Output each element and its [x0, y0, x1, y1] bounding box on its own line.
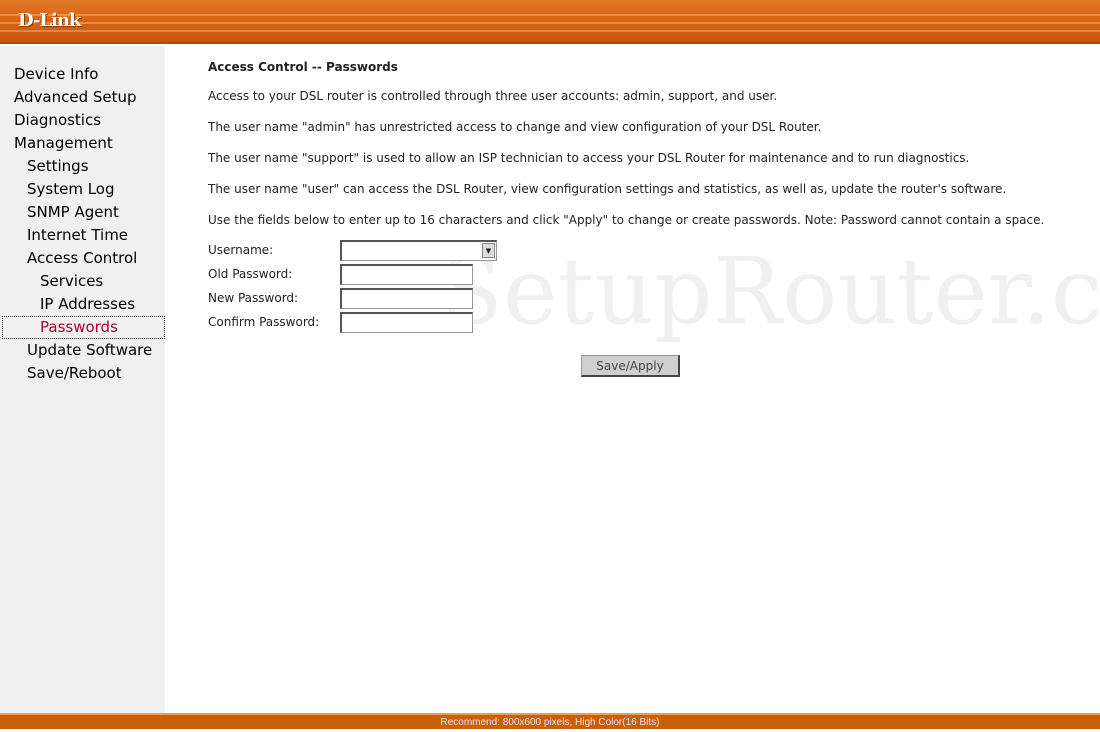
sidebar-item-management[interactable]: Management — [0, 132, 165, 155]
username-select[interactable]: ▼ — [340, 239, 497, 261]
sidebar-item-update-software[interactable]: Update Software — [0, 339, 165, 362]
confirm-password-input[interactable] — [340, 311, 473, 333]
sidebar-item-settings[interactable]: Settings — [0, 155, 165, 178]
confirm-password-label: Confirm Password: — [208, 315, 320, 329]
sidebar-item-save-reboot[interactable]: Save/Reboot — [0, 362, 165, 385]
sidebar-nav: Device Info Advanced Setup Diagnostics Mana… — [0, 63, 165, 385]
new-password-label: New Password: — [208, 291, 299, 305]
sidebar-item-internet-time[interactable]: Internet Time — [0, 224, 165, 247]
footer-text: Recommend: 800x600 pixels, High Color(16… — [440, 717, 660, 728]
sidebar-item-services[interactable]: Services — [0, 270, 165, 293]
old-password-label: Old Password: — [208, 267, 293, 281]
sidebar-item-device-info[interactable]: Device Info — [0, 63, 165, 86]
footer-bar: Recommend: 800x600 pixels, High Color(16… — [0, 713, 1100, 729]
sidebar-item-ip-addresses[interactable]: IP Addresses — [0, 293, 165, 316]
description: The user name "user" can access the DSL … — [208, 182, 1007, 196]
main-content: Access Control -- Passwords Access to yo… — [208, 60, 1088, 334]
header-banner: D-Link — [0, 0, 1100, 44]
password-form: Username: ▼ Old Password: New Password: … — [208, 238, 1088, 334]
sidebar: Device Info Advanced Setup Diagnostics Mana… — [0, 46, 165, 713]
sidebar-item-passwords[interactable]: Passwords — [2, 316, 165, 339]
description: Access to your DSL router is controlled … — [208, 89, 778, 103]
description: The user name "support" is used to allow… — [208, 151, 970, 165]
dlink-logo: D-Link — [18, 10, 81, 31]
sidebar-item-system-log[interactable]: System Log — [0, 178, 165, 201]
description: The user name "admin" has unrestricted a… — [208, 120, 822, 134]
chevron-down-icon[interactable]: ▼ — [482, 242, 495, 258]
old-password-input[interactable] — [340, 263, 473, 285]
sidebar-item-advanced-setup[interactable]: Advanced Setup — [0, 86, 165, 109]
new-password-input[interactable] — [340, 287, 473, 309]
sidebar-item-access-control[interactable]: Access Control — [0, 247, 165, 270]
username-label: Username: — [208, 243, 274, 257]
save-apply-button[interactable]: Save/Apply — [581, 355, 680, 377]
sidebar-item-diagnostics[interactable]: Diagnostics — [0, 109, 165, 132]
page-title: Access Control -- Passwords — [208, 60, 398, 74]
sidebar-item-snmp-agent[interactable]: SNMP Agent — [0, 201, 165, 224]
